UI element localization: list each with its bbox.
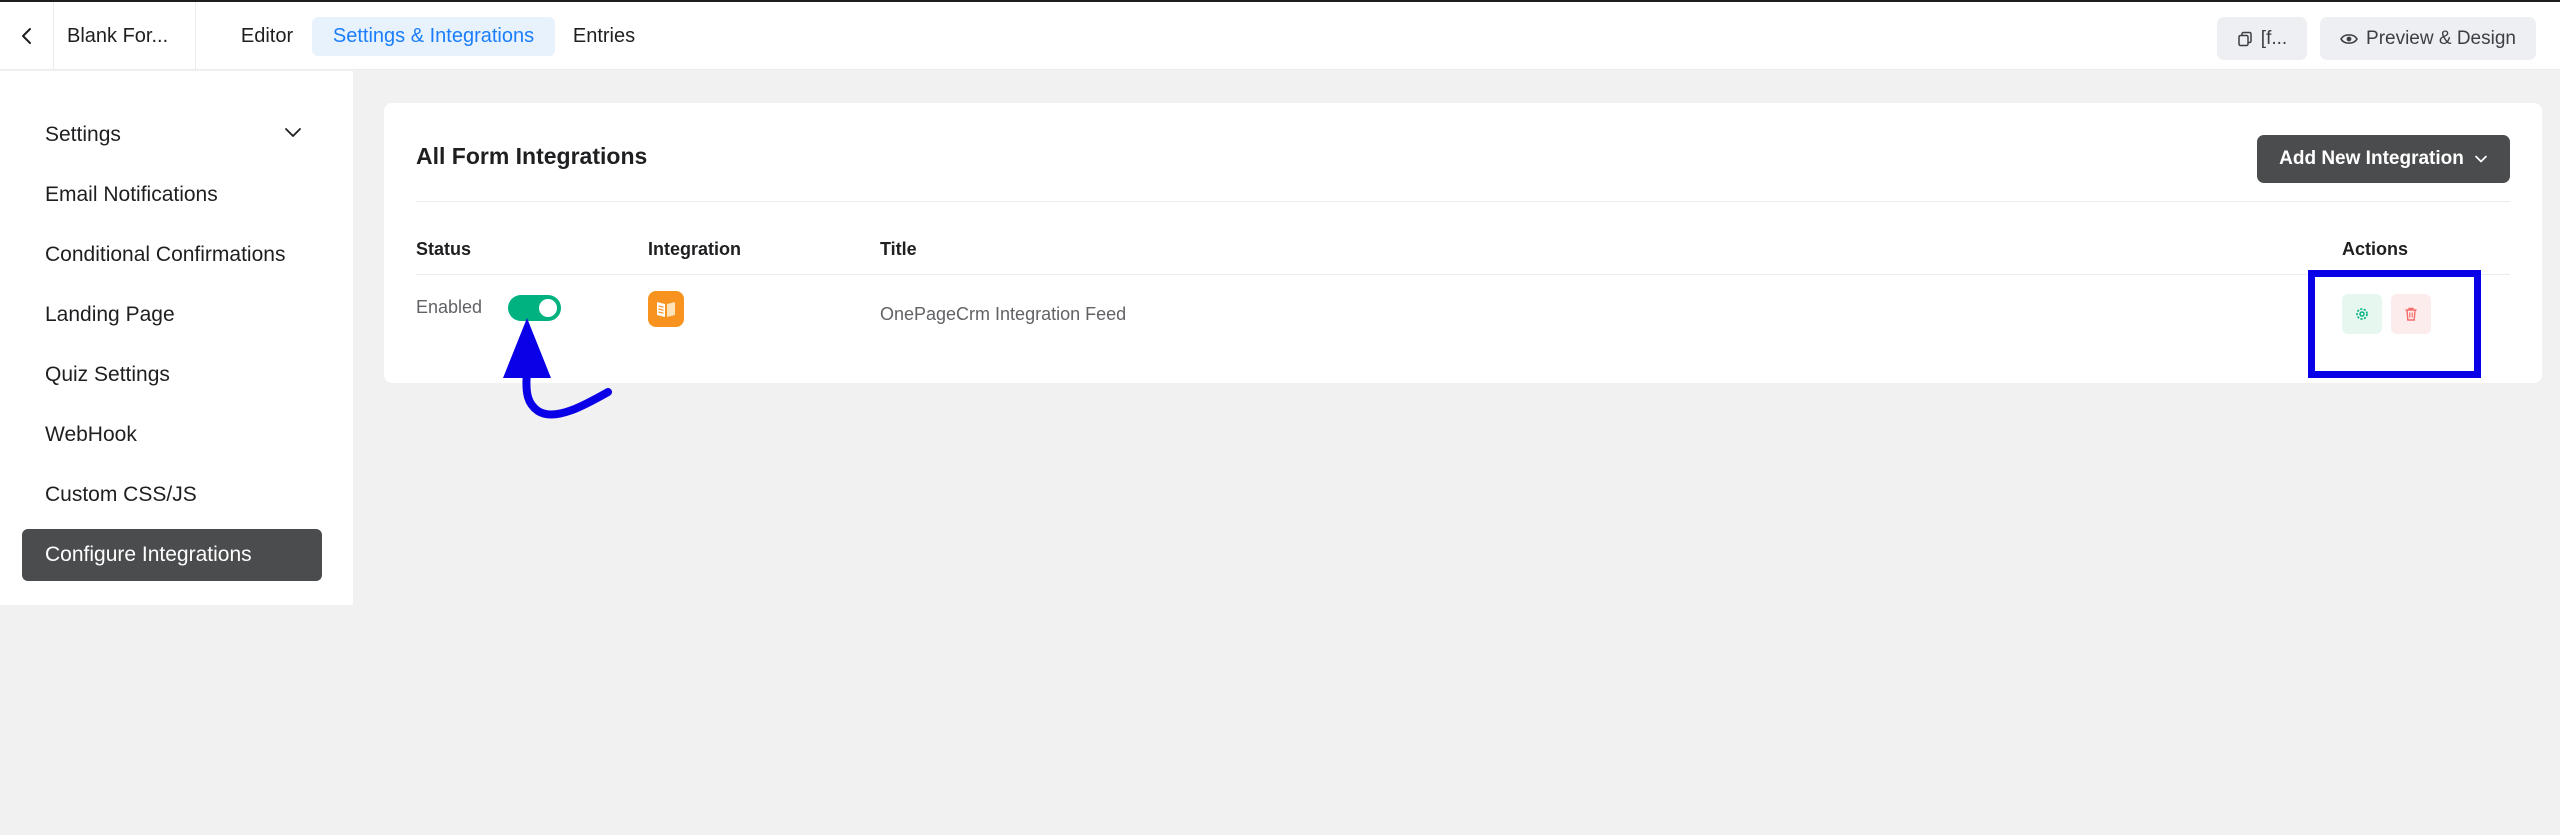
sidebar-item-label: Landing Page (45, 303, 175, 326)
sidebar-item-quiz-settings[interactable]: Quiz Settings (22, 349, 322, 401)
shortcode-button[interactable]: [f... (2217, 17, 2307, 60)
sidebar-item-label: Settings (45, 123, 121, 146)
column-header-status: Status (416, 239, 472, 259)
integration-title: OnePageCrm Integration Feed (880, 304, 1127, 324)
eye-icon (2340, 33, 2358, 44)
chevron-down-icon (285, 128, 301, 137)
tab-settings-integrations[interactable]: Settings & Integrations (312, 17, 555, 56)
sidebar-item-label: Configure Integrations (45, 543, 252, 566)
header-divider (416, 201, 2510, 202)
column-header-actions: Actions (2342, 239, 2409, 259)
preview-design-label: Preview & Design (2366, 27, 2516, 49)
integrations-card: All Form Integrations Add New Integratio… (384, 103, 2542, 383)
preview-design-button[interactable]: Preview & Design (2320, 17, 2536, 60)
sidebar-item-landing-page[interactable]: Landing Page (22, 289, 322, 341)
add-new-integration-button[interactable]: Add New Integration (2257, 135, 2510, 183)
add-new-integration-label: Add New Integration (2279, 148, 2464, 169)
sidebar-item-configure-integrations[interactable]: Configure Integrations (22, 529, 322, 581)
chevron-down-icon (2475, 155, 2487, 163)
tab-entries[interactable]: Entries (562, 17, 646, 56)
form-name[interactable]: Blank For... (54, 2, 196, 70)
onepagecrm-icon (648, 291, 684, 327)
settings-sidebar: Settings Email Notifications Conditional… (0, 71, 353, 605)
table-header-divider (416, 274, 2510, 275)
status-text: Enabled (416, 297, 483, 317)
sidebar-item-settings[interactable]: Settings (22, 109, 322, 161)
annotation-arrow-icon (503, 318, 612, 419)
back-button[interactable] (0, 2, 54, 70)
column-header-title: Title (880, 239, 917, 259)
copy-icon (2238, 31, 2252, 46)
chevron-left-icon (21, 28, 31, 44)
sidebar-item-label: Quiz Settings (45, 363, 170, 386)
page-title: All Form Integrations (416, 143, 648, 169)
sidebar-item-label: Email Notifications (45, 183, 218, 206)
annotation-highlight-box (2308, 270, 2481, 378)
shortcode-label: [f... (2260, 27, 2288, 49)
sidebar-item-conditional-confirmations[interactable]: Conditional Confirmations (22, 229, 322, 281)
tab-editor[interactable]: Editor (228, 17, 306, 56)
sidebar-item-label: Custom CSS/JS (45, 483, 197, 506)
sidebar-item-email-notifications[interactable]: Email Notifications (22, 169, 322, 221)
column-header-integration: Integration (648, 239, 741, 259)
sidebar-item-webhook[interactable]: WebHook (22, 409, 322, 461)
sidebar-item-custom-css-js[interactable]: Custom CSS/JS (22, 469, 322, 521)
sidebar-item-label: WebHook (45, 423, 137, 446)
sidebar-item-label: Conditional Confirmations (45, 243, 286, 266)
top-bar: Blank For... Editor Settings & Integrati… (0, 0, 2560, 70)
